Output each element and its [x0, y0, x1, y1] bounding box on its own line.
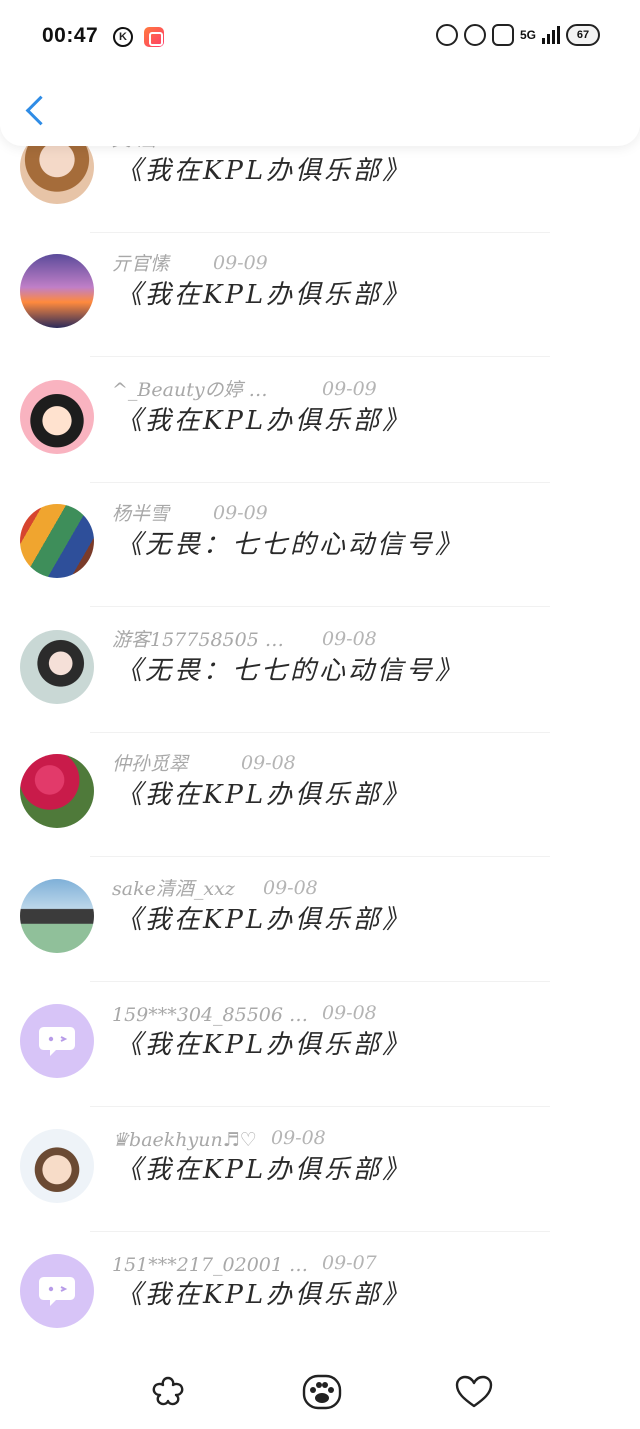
k-app-icon: K — [113, 27, 133, 47]
message-text: 《我在KPL办俱乐部》 — [116, 1030, 412, 1060]
message-item[interactable]: sake清酒_xxz 09-08 《我在KPL办俱乐部》 — [0, 857, 640, 982]
sender-name: 亓官愫 — [112, 253, 170, 275]
message-date: 09-08 — [322, 1002, 377, 1024]
message-date: 09-07 — [322, 1252, 377, 1274]
message-date: 09-09 — [213, 502, 268, 524]
message-item[interactable]: 151***217_02001 … 09-07 《我在KPL办俱乐部》 — [0, 1232, 640, 1357]
messages-page: 00:47 K 5G 67 文 涵09-09《我在KPL办俱乐部》亓官愫09-0… — [0, 0, 640, 1429]
sender-name: 159***304_85506 … — [112, 1004, 309, 1026]
sender-name: sake清酒_xxz — [112, 878, 235, 900]
divider — [90, 356, 550, 357]
message-item[interactable]: 杨半雪 09-09 《无畏：七七的心动信号》 — [0, 482, 640, 607]
message-date: 09-08 — [271, 1127, 326, 1149]
message-text: 《我在KPL办俱乐部》 — [116, 406, 412, 436]
avatar[interactable] — [20, 1004, 94, 1078]
message-item[interactable]: 159***304_85506 … 09-08 《我在KPL办俱乐部》 — [0, 982, 640, 1107]
divider — [90, 606, 550, 607]
battery-icon: 67 — [566, 24, 600, 46]
message-item[interactable]: 仲孙觅翠 09-08 《我在KPL办俱乐部》 — [0, 732, 640, 857]
status-bar: 00:47 K 5G 67 — [0, 0, 640, 72]
flower-icon[interactable] — [148, 1374, 188, 1410]
message-date: 09-08 — [322, 628, 377, 650]
avatar[interactable] — [20, 1254, 94, 1328]
nfc-icon — [435, 24, 458, 46]
network-type: 5G — [519, 28, 536, 42]
avatar[interactable] — [20, 754, 94, 828]
heart-icon[interactable] — [454, 1374, 494, 1410]
message-item[interactable]: 游客157758505 … 09-08 《无畏：七七的心动信号》 — [0, 608, 640, 733]
message-item[interactable]: ^_Beautyの婷 … 09-09 《我在KPL办俱乐部》 — [0, 358, 640, 483]
message-text: 《我在KPL办俱乐部》 — [116, 156, 412, 186]
paw-icon[interactable] — [302, 1374, 342, 1410]
signal-icon — [542, 26, 560, 44]
avatar[interactable] — [20, 380, 94, 454]
message-date: 09-09 — [322, 378, 377, 400]
sender-name: 151***217_02001 … — [112, 1254, 309, 1276]
message-text: 《我在KPL办俱乐部》 — [116, 905, 412, 935]
chat-bubble-icon — [20, 1004, 94, 1078]
sender-name: 游客157758505 … — [112, 629, 284, 651]
message-text: 《我在KPL办俱乐部》 — [116, 1280, 412, 1310]
avatar[interactable] — [20, 630, 94, 704]
sender-name: 杨半雪 — [112, 503, 170, 525]
sender-name: ♛baekhyun♬♡ — [112, 1129, 257, 1151]
message-item[interactable]: ♛baekhyun♬♡ 09-08 《我在KPL办俱乐部》 — [0, 1107, 640, 1232]
bluetooth-icon — [463, 24, 486, 46]
status-icons: 5G 67 — [435, 24, 600, 46]
avatar[interactable] — [20, 1129, 94, 1203]
message-text: 《无畏：七七的心动信号》 — [116, 530, 465, 560]
avatar[interactable] — [20, 879, 94, 953]
message-date: 09-09 — [213, 252, 268, 274]
back-chevron-left-icon[interactable] — [22, 94, 48, 128]
message-text: 《无畏：七七的心动信号》 — [116, 656, 465, 686]
avatar[interactable] — [20, 504, 94, 578]
chat-bubble-icon — [20, 1254, 94, 1328]
message-text: 《我在KPL办俱乐部》 — [116, 280, 412, 310]
message-item[interactable]: 亓官愫 09-09 《我在KPL办俱乐部》 — [0, 232, 640, 357]
message-text: 《我在KPL办俱乐部》 — [116, 780, 412, 810]
notification-app-icon — [144, 27, 164, 47]
avatar[interactable] — [20, 254, 94, 328]
sender-name: 仲孙觅翠 — [112, 753, 189, 775]
bottom-nav — [0, 1352, 640, 1429]
vibrate-icon — [491, 24, 514, 46]
message-date: 09-08 — [241, 752, 296, 774]
status-time: 00:47 — [42, 24, 99, 47]
message-date: 09-08 — [263, 877, 318, 899]
sender-name: ^_Beautyの婷 … — [112, 379, 268, 401]
message-text: 《我在KPL办俱乐部》 — [116, 1155, 412, 1185]
top-bar: 00:47 K 5G 67 — [0, 0, 640, 146]
